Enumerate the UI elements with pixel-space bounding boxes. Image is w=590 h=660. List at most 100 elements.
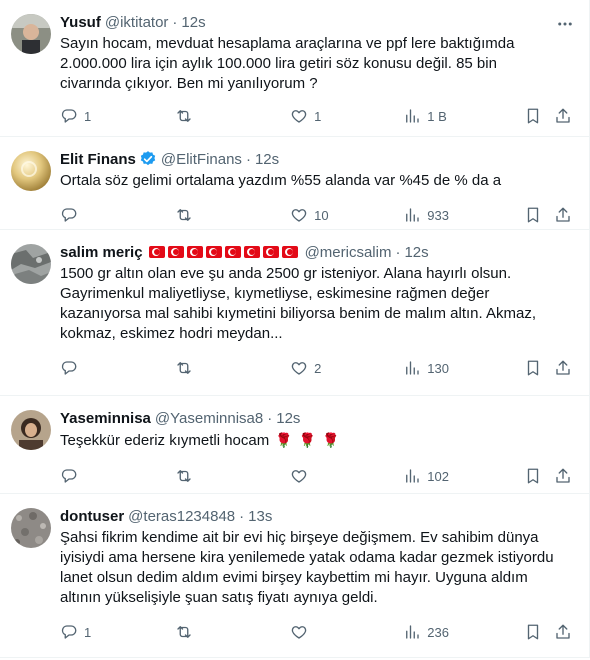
tweet-text: Teşekkür ederiz kıymetli hocam [60, 432, 270, 449]
retweet-button[interactable] [175, 466, 290, 486]
share-icon [555, 360, 570, 375]
separator-dot: · [239, 507, 245, 525]
turkey-flag-icon [186, 246, 203, 258]
avatar[interactable] [11, 508, 51, 548]
like-button[interactable]: 1 [290, 106, 403, 126]
like-button[interactable]: 10 [290, 205, 403, 225]
more-icon[interactable] [555, 14, 575, 34]
tweet-header: dontuser @teras1234848 · 13s [60, 506, 573, 526]
tweet[interactable]: dontuser @teras1234848 · 13s Şahsi fikri… [0, 494, 589, 658]
heart-icon [291, 110, 307, 123]
reply-feed: Yusuf @iktitator · 12s Sayın hocam, mevd… [0, 0, 590, 658]
view-count: 102 [427, 468, 449, 484]
author-name[interactable]: Yaseminnisa [60, 410, 151, 427]
view-count: 933 [427, 207, 449, 223]
avatar[interactable] [11, 410, 51, 450]
share-icon [555, 624, 570, 639]
share-icon [555, 468, 570, 483]
tweet[interactable]: salim meriç @mericsalim · 12s 1500 gr al… [0, 230, 589, 396]
author-handle[interactable]: @teras1234848 [128, 508, 235, 525]
tweet-header: salim meriç @mericsalim · 12s [60, 242, 573, 262]
views-button[interactable]: 933 [403, 205, 524, 225]
author-handle[interactable]: @Yaseminnisa8 [155, 410, 263, 427]
separator-dot: · [267, 409, 273, 427]
author-handle[interactable]: @iktitator [105, 14, 169, 31]
reply-icon [61, 208, 77, 222]
tweet[interactable]: Yusuf @iktitator · 12s Sayın hocam, mevd… [0, 0, 589, 137]
views-icon [406, 469, 419, 483]
author-handle[interactable]: @mericsalim [305, 244, 392, 261]
author-name[interactable]: salim meriç [60, 244, 143, 261]
avatar[interactable] [11, 244, 51, 284]
share-button[interactable] [554, 622, 574, 642]
avatar[interactable] [11, 14, 51, 54]
bookmark-button[interactable] [524, 205, 553, 225]
retweet-button[interactable] [175, 358, 290, 378]
author-name[interactable]: Elit Finans [60, 151, 136, 168]
bookmark-button[interactable] [524, 358, 553, 378]
views-icon [406, 625, 419, 639]
reply-button[interactable]: 1 [60, 622, 175, 642]
views-button[interactable]: 102 [403, 466, 524, 486]
view-count: 1 B [427, 108, 447, 124]
retweet-button[interactable] [175, 622, 290, 642]
reply-count: 1 [84, 108, 92, 124]
timestamp[interactable]: 12s [181, 14, 205, 31]
share-button[interactable] [554, 205, 574, 225]
views-button[interactable]: 130 [403, 358, 524, 378]
reply-button[interactable] [60, 358, 175, 378]
action-bar: 1 236 [60, 608, 573, 656]
share-button[interactable] [554, 358, 574, 378]
turkey-flag-icon [167, 246, 184, 258]
views-icon [406, 208, 419, 222]
tweet-header: Yusuf @iktitator · 12s [60, 12, 573, 32]
like-count: 1 [314, 108, 322, 124]
heart-icon [291, 209, 307, 222]
bookmark-icon [528, 624, 539, 640]
bookmark-button[interactable] [524, 622, 553, 642]
tweet[interactable]: Elit Finans @ElitFinans · 12s Ortala söz… [0, 137, 589, 230]
turkey-flag-icon [243, 246, 260, 258]
timestamp[interactable]: 12s [255, 151, 279, 168]
author-name[interactable]: dontuser [60, 508, 124, 525]
verified-badge-icon [140, 151, 156, 166]
reply-button[interactable] [60, 205, 175, 225]
action-bar: 1 1 1 B [60, 94, 573, 138]
heart-icon [291, 470, 307, 483]
tweet-header: Elit Finans @ElitFinans · 12s [60, 149, 573, 169]
avatar[interactable] [11, 151, 51, 191]
bookmark-button[interactable] [524, 106, 553, 126]
like-button[interactable] [290, 466, 403, 486]
reply-button[interactable] [60, 466, 175, 486]
timestamp[interactable]: 12s [404, 244, 428, 261]
turkey-flag-icon [148, 246, 165, 258]
heart-icon [291, 362, 307, 375]
retweet-icon [177, 209, 191, 221]
rose-emoji: 🌹 [298, 432, 317, 448]
share-button[interactable] [554, 106, 574, 126]
retweet-button[interactable] [175, 106, 290, 126]
share-button[interactable] [554, 466, 574, 486]
reply-button[interactable]: 1 [60, 106, 175, 126]
retweet-button[interactable] [175, 205, 290, 225]
like-button[interactable]: 2 [290, 358, 403, 378]
bookmark-button[interactable] [524, 466, 553, 486]
bookmark-icon [528, 207, 539, 223]
views-button[interactable]: 236 [403, 622, 524, 642]
tweet-header: Yaseminnisa @Yaseminnisa8 · 12s [60, 408, 573, 428]
like-button[interactable] [290, 622, 403, 642]
retweet-icon [177, 110, 191, 122]
timestamp[interactable]: 13s [248, 508, 272, 525]
view-count: 130 [427, 360, 449, 376]
timestamp[interactable]: 12s [276, 410, 300, 427]
tweet[interactable]: Yaseminnisa @Yaseminnisa8 · 12s Teşekkür… [0, 396, 589, 494]
rose-emoji: 🌹 [275, 432, 293, 448]
author-handle[interactable]: @ElitFinans [161, 151, 242, 168]
retweet-icon [177, 626, 191, 638]
rose-emoji: 🌹 [322, 432, 340, 448]
author-name[interactable]: Yusuf [60, 14, 101, 31]
views-icon [406, 109, 419, 123]
views-button[interactable]: 1 B [403, 106, 524, 126]
bookmark-icon [528, 468, 539, 484]
like-count: 2 [314, 360, 322, 376]
